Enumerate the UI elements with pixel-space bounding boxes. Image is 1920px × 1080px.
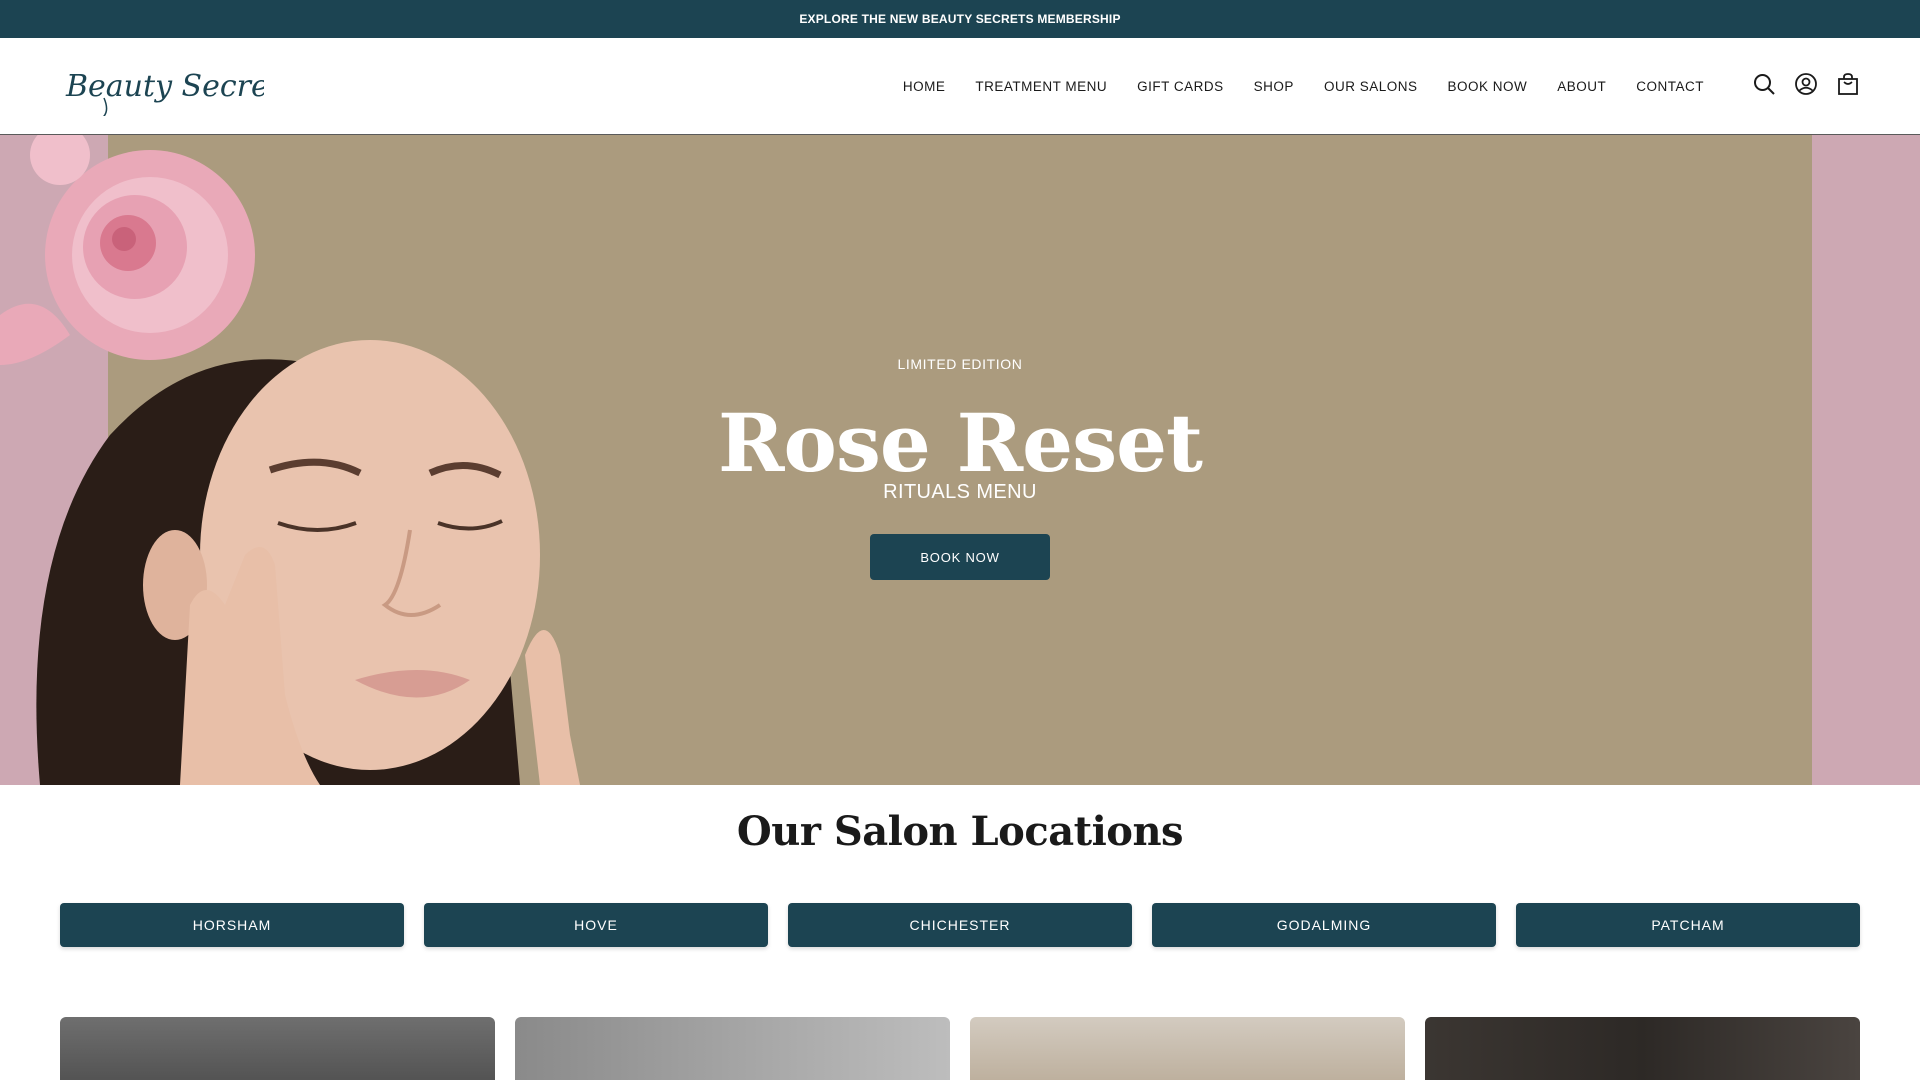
logo-text: Beauty Secrets: [65, 69, 264, 104]
feature-card-image[interactable]: [515, 1017, 950, 1080]
hero-pink-strip-right: [1812, 135, 1920, 785]
brand-logo[interactable]: Beauty Secrets: [64, 60, 296, 119]
bag-icon[interactable]: [1836, 72, 1860, 96]
hero-title: Rose Reset: [718, 396, 1203, 490]
nav-about[interactable]: ABOUT: [1557, 79, 1606, 94]
location-buttons: HORSHAM HOVE CHICHESTER GODALMING PATCHA…: [60, 903, 1860, 947]
announcement-text[interactable]: EXPLORE THE NEW BEAUTY SECRETS MEMBERSHI…: [799, 12, 1120, 26]
hero-book-now-button[interactable]: BOOK NOW: [870, 534, 1050, 580]
locations-title: Our Salon Locations: [736, 808, 1184, 855]
feature-card-image[interactable]: [60, 1017, 495, 1080]
main-nav: HOME TREATMENT MENU GIFT CARDS SHOP OUR …: [903, 38, 1704, 135]
hero-content: LIMITED EDITION Rose Reset RITUALS MENU …: [660, 135, 1260, 785]
location-button-patcham[interactable]: PATCHAM: [1516, 903, 1860, 947]
location-button-godalming[interactable]: GODALMING: [1152, 903, 1496, 947]
brand-logo-script: Beauty Secrets: [65, 69, 296, 119]
hero-eyebrow: LIMITED EDITION: [897, 356, 1023, 372]
rose-illustration: [0, 135, 255, 365]
nav-treatment-menu[interactable]: TREATMENT MENU: [975, 79, 1107, 94]
nav-shop[interactable]: SHOP: [1254, 79, 1294, 94]
hero-woman-rose-image: [0, 135, 580, 785]
header-icons: [1752, 72, 1860, 96]
search-icon[interactable]: [1752, 72, 1776, 96]
nav-our-salons[interactable]: OUR SALONS: [1324, 79, 1418, 94]
hero-banner: LIMITED EDITION Rose Reset RITUALS MENU …: [0, 135, 1920, 785]
site-header: Beauty Secrets HOME TREATMENT MENU GIFT …: [0, 38, 1920, 135]
feature-card-image[interactable]: [1425, 1017, 1860, 1080]
location-button-chichester[interactable]: CHICHESTER: [788, 903, 1132, 947]
announcement-bar[interactable]: EXPLORE THE NEW BEAUTY SECRETS MEMBERSHI…: [0, 0, 1920, 38]
nav-gift-cards[interactable]: GIFT CARDS: [1137, 79, 1224, 94]
location-button-horsham[interactable]: HORSHAM: [60, 903, 404, 947]
hero-subtitle: RITUALS MENU: [883, 481, 1037, 503]
feature-card-image[interactable]: [970, 1017, 1405, 1080]
nav-home[interactable]: HOME: [903, 79, 946, 94]
nav-contact[interactable]: CONTACT: [1636, 79, 1704, 94]
nav-book-now[interactable]: BOOK NOW: [1447, 79, 1527, 94]
account-icon[interactable]: [1794, 72, 1818, 96]
feature-cards: [60, 1017, 1860, 1080]
location-button-hove[interactable]: HOVE: [424, 903, 768, 947]
